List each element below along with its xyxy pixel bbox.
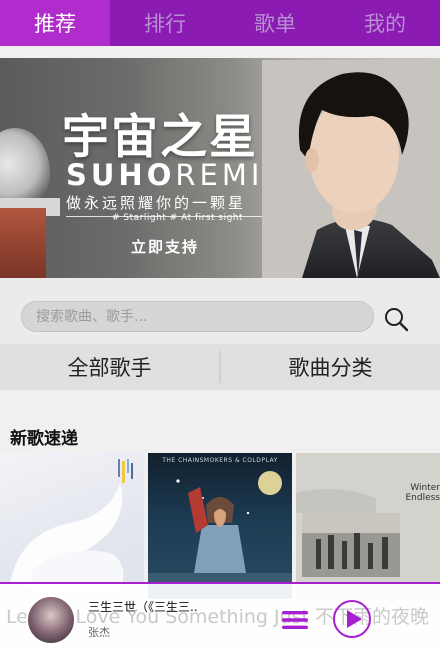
- playlist-icon[interactable]: [282, 609, 308, 631]
- promo-banner[interactable]: 宇宙之星 SUHOREMI 做永远照耀你的一颗星 # Starlight # A…: [0, 58, 440, 278]
- now-playing-artist: 张杰: [88, 626, 110, 639]
- album-cover-3-art: [296, 453, 440, 599]
- tab-recommend[interactable]: 推荐: [0, 0, 110, 46]
- search-icon[interactable]: [383, 306, 409, 332]
- tab-ranking[interactable]: 排行: [110, 0, 220, 46]
- search-bar: [0, 278, 440, 344]
- banner-subtitle-rest: REMI: [175, 158, 264, 192]
- album-cover-2-caption: THE CHAINSMOKERS & COLDPLAY: [162, 457, 278, 464]
- banner-title: 宇宙之星: [62, 110, 258, 165]
- album-cover-1-art: [10, 459, 133, 599]
- tab-mine[interactable]: 我的: [330, 0, 440, 46]
- banner-hashtags: # Starlight # At first sight: [112, 213, 244, 223]
- mini-player[interactable]: Let Me Love You Something Just 不下雨的夜晚 三生…: [0, 582, 440, 647]
- album-cover-2[interactable]: THE CHAINSMOKERS & COLDPLAY: [148, 453, 292, 599]
- album-art-avatar[interactable]: [26, 595, 76, 645]
- play-icon[interactable]: [332, 599, 372, 639]
- now-playing-title: 三生三世（《三生三...: [88, 600, 198, 614]
- category-buttons: 全部歌手 歌曲分类: [0, 344, 440, 390]
- search-input[interactable]: [21, 301, 374, 332]
- album-cover-1[interactable]: [0, 453, 144, 599]
- banner-subtitle: SUHOREMI: [66, 158, 263, 192]
- new-songs-heading: 新歌速递: [10, 429, 78, 449]
- banner-subtitle-bold: SUHO: [66, 158, 176, 192]
- album-cover-3[interactable]: Winter Endless: [296, 453, 440, 599]
- banner-chair-decoration: [0, 208, 46, 278]
- tab-playlist[interactable]: 歌单: [220, 0, 330, 46]
- new-songs-list: THE CHAINSMOKERS & COLDPLAY Winter Endle…: [0, 453, 440, 599]
- top-tab-bar: 推荐 排行 歌单 我的: [0, 0, 440, 46]
- banner-tagline: 做永远照耀你的一颗星: [66, 194, 247, 212]
- song-categories-button[interactable]: 歌曲分类: [221, 344, 440, 390]
- album-cover-2-art: [148, 471, 292, 599]
- album-cover-3-caption: Winter Endless: [405, 483, 440, 503]
- banner-artist-portrait: [262, 60, 440, 278]
- banner-support-button[interactable]: 立即支持: [131, 236, 199, 257]
- all-singers-button[interactable]: 全部歌手: [0, 344, 219, 390]
